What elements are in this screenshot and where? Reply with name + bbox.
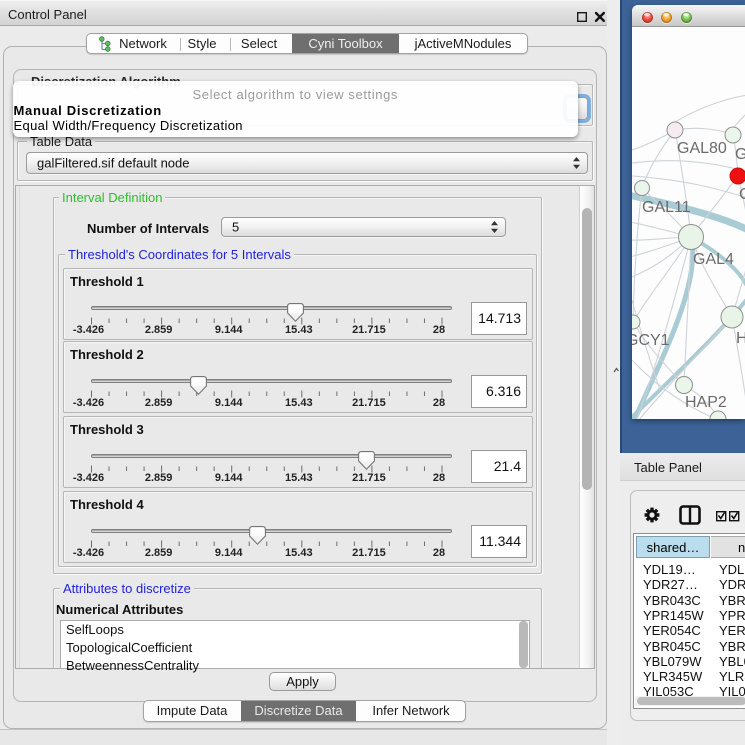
svg-text:GAL4: GAL4	[693, 251, 734, 268]
svg-text:GAL80: GAL80	[677, 140, 727, 157]
svg-text:HAP2: HAP2	[685, 394, 727, 411]
svg-text:GAL11: GAL11	[642, 199, 691, 216]
svg-text:GCY1: GCY1	[632, 332, 670, 349]
svg-text:H: H	[736, 330, 745, 347]
svg-text:GA: GA	[735, 146, 745, 163]
svg-text:C: C	[739, 186, 745, 203]
